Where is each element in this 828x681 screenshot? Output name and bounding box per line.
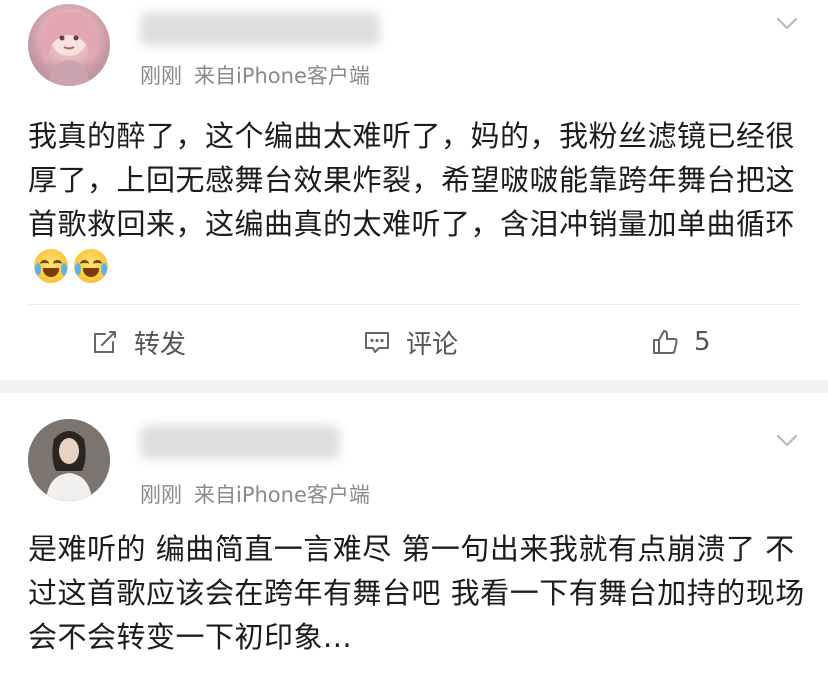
post-source: 来自iPhone客户端: [194, 64, 370, 88]
like-count: 5: [694, 327, 711, 357]
laugh-cry-emoji: [34, 249, 68, 283]
post-source: 来自iPhone客户端: [194, 483, 370, 507]
post-meta: 刚刚 来自iPhone客户端: [140, 60, 370, 90]
post-card: 刚刚 来自iPhone客户端 我真的醉了，这个编曲太难听了，妈的，我粉丝滤镜已经很…: [0, 0, 828, 380]
post-meta: 刚刚 来自iPhone客户端: [140, 479, 370, 509]
post-text: 是难听的 编曲简直一言难尽 第一句出来我就有点崩溃了 不过这首歌应该会在跨年有舞…: [28, 532, 805, 654]
post-content: 我真的醉了，这个编曲太难听了，妈的，我粉丝滤镜已经很厚了，上回无感舞台效果炸裂，…: [28, 114, 808, 290]
username-blurred[interactable]: [140, 12, 380, 46]
laugh-cry-emoji: [74, 249, 108, 283]
avatar-image: [28, 419, 110, 501]
edit-square-icon: [94, 331, 116, 353]
repost-button[interactable]: 转发: [90, 324, 186, 360]
comment-label: 评论: [406, 329, 459, 360]
comment-icon: [365, 332, 389, 353]
thumbs-up-icon: [653, 330, 678, 354]
avatar-image: [40, 11, 99, 86]
like-button[interactable]: 5: [650, 324, 711, 360]
username-blurred[interactable]: [140, 425, 340, 459]
post-separator: [0, 380, 828, 393]
post-text: 我真的醉了，这个编曲太难听了，妈的，我粉丝滤镜已经很厚了，上回无感舞台效果炸裂，…: [28, 119, 796, 241]
post-time: 刚刚: [140, 483, 182, 507]
chevron-down-icon[interactable]: [774, 10, 800, 36]
comment-button[interactable]: 评论: [362, 324, 458, 360]
repost-label: 转发: [134, 329, 187, 360]
post-time: 刚刚: [140, 64, 182, 88]
chevron-down-icon[interactable]: [774, 427, 800, 453]
action-bar: 转发 评论 5: [0, 312, 828, 372]
comment-feed: 刚刚 来自iPhone客户端 我真的醉了，这个编曲太难听了，妈的，我粉丝滤镜已经很…: [0, 0, 828, 681]
post-content: 是难听的 编曲简直一言难尽 第一句出来我就有点崩溃了 不过这首歌应该会在跨年有舞…: [28, 527, 808, 659]
divider: [28, 304, 800, 305]
avatar[interactable]: [28, 419, 110, 501]
post-card: 刚刚 来自iPhone客户端 是难听的 编曲简直一言难尽 第一句出来我就有点崩溃了…: [0, 393, 828, 681]
avatar[interactable]: [28, 4, 110, 86]
